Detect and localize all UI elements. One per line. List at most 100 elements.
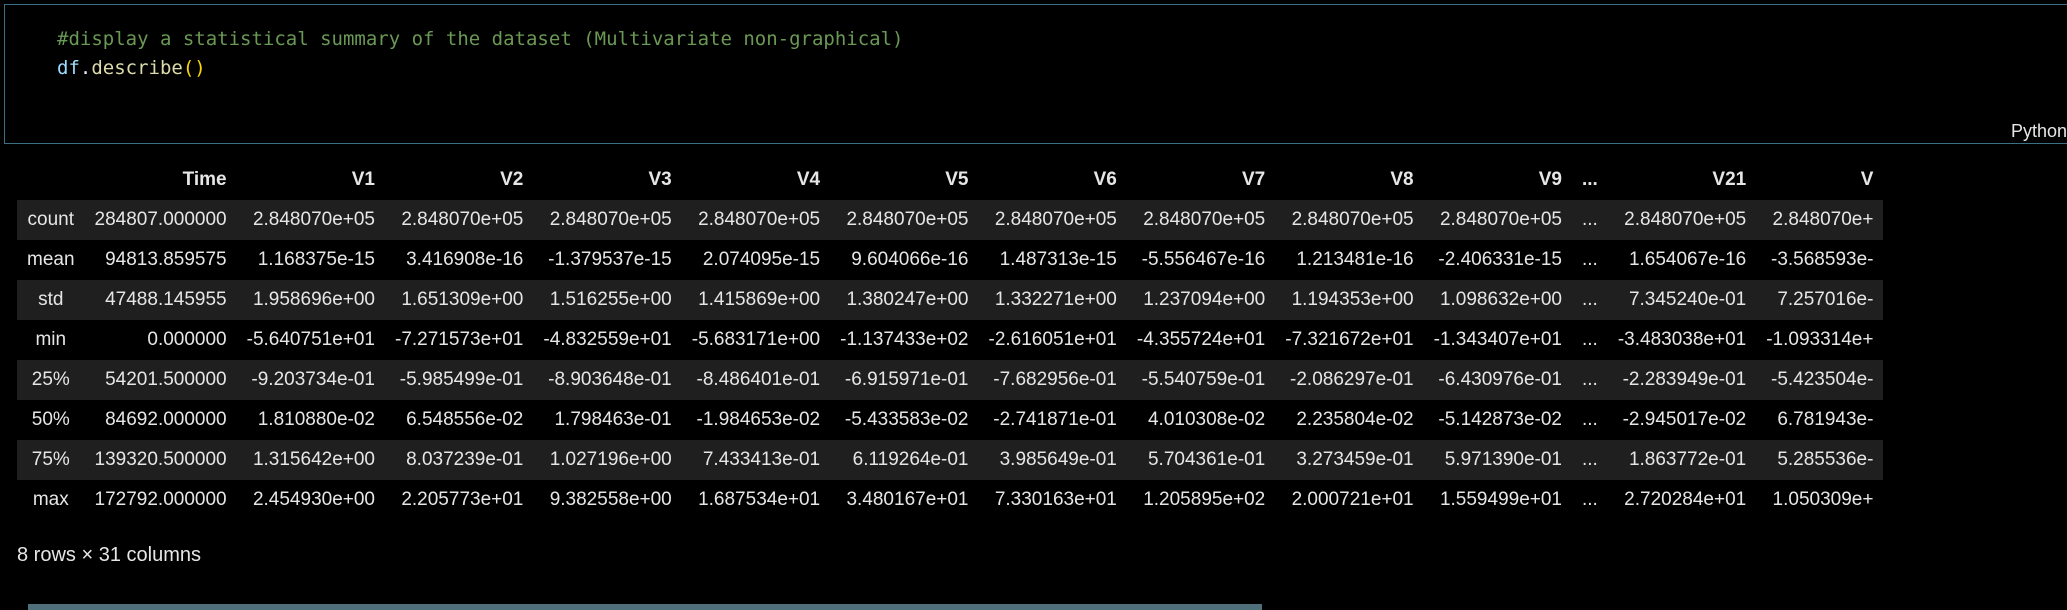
column-header: V4 — [681, 160, 831, 200]
table-cell: 0.000000 — [84, 320, 237, 360]
table-cell: 1.027196e+00 — [533, 440, 682, 480]
table-row: count 284807.000000 2.848070e+05 2.848070e+… — [17, 200, 1884, 240]
table-cell: 1.315642e+00 — [236, 440, 385, 480]
ellipsis-cell: ... — [1572, 480, 1608, 520]
table-cell: -1.093314e+ — [1756, 320, 1884, 360]
column-header: V2 — [385, 160, 534, 200]
table-cell: -9.203734e-01 — [236, 360, 385, 400]
column-header: V6 — [978, 160, 1127, 200]
table-cell: -2.945017e-02 — [1607, 400, 1757, 440]
table-shape-footer: 8 rows × 31 columns — [17, 544, 201, 566]
table-cell: -6.430976e-01 — [1423, 360, 1572, 400]
table-cell: 1.487313e-15 — [978, 240, 1127, 280]
table-cell: 3.480167e+01 — [830, 480, 979, 520]
table-cell: 1.687534e+01 — [681, 480, 831, 520]
code-editor[interactable]: #display a statistical summary of the da… — [57, 25, 903, 83]
table-cell: 284807.000000 — [84, 200, 237, 240]
table-cell: 1.958696e+00 — [236, 280, 385, 320]
table-cell: 6.548556e-02 — [385, 400, 534, 440]
table-cell: -5.142873e-02 — [1423, 400, 1572, 440]
table-cell: 2.205773e+01 — [385, 480, 534, 520]
row-label: max — [17, 480, 85, 520]
table-cell: 1.332271e+00 — [978, 280, 1127, 320]
table-cell: -2.616051e+01 — [978, 320, 1127, 360]
table-cell: 1.050309e+ — [1756, 480, 1884, 520]
table-cell: 3.416908e-16 — [385, 240, 534, 280]
table-cell: 8.037239e-01 — [385, 440, 534, 480]
table-cell: 5.704361e-01 — [1126, 440, 1276, 480]
table-cell: -3.483038e+01 — [1607, 320, 1757, 360]
table-row: max 172792.000000 2.454930e+00 2.205773e+01… — [17, 480, 1884, 520]
describe-output-table: Time V1 V2 V3 V4 V5 V6 V7 V8 V9... V21 V count 28480… — [17, 160, 1884, 520]
table-cell: 2.848070e+05 — [830, 200, 979, 240]
table-cell: 7.257016e- — [1756, 280, 1884, 320]
table-row: 50% 84692.000000 1.810880e-02 6.548556e-02 1… — [17, 400, 1884, 440]
row-label: 75% — [17, 440, 85, 480]
table-cell: 1.654067e-16 — [1607, 240, 1757, 280]
table-cell: 2.848070e+05 — [1275, 200, 1424, 240]
table-cell: -8.903648e-01 — [533, 360, 682, 400]
row-label: mean — [17, 240, 85, 280]
ellipsis-cell: ... — [1572, 360, 1608, 400]
table-cell: -5.423504e- — [1756, 360, 1884, 400]
row-label: min — [17, 320, 85, 360]
table-cell: 5.971390e-01 — [1423, 440, 1572, 480]
table-cell: -5.433583e-02 — [830, 400, 979, 440]
horizontal-scrollbar[interactable] — [28, 604, 1262, 610]
table-cell: -4.355724e+01 — [1126, 320, 1276, 360]
index-header — [17, 160, 85, 200]
table-cell: 47488.145955 — [84, 280, 237, 320]
table-cell: 1.168375e-15 — [236, 240, 385, 280]
table-cell: 2.235804e-02 — [1275, 400, 1424, 440]
table-cell: 2.074095e-15 — [681, 240, 831, 280]
row-label: std — [17, 280, 85, 320]
table-cell: -3.568593e- — [1756, 240, 1884, 280]
table-cell: 7.433413e-01 — [681, 440, 831, 480]
code-function: describe — [91, 57, 183, 79]
table-cell: 2.848070e+05 — [681, 200, 831, 240]
table-cell: 84692.000000 — [84, 400, 237, 440]
table-cell: 4.010308e-02 — [1126, 400, 1276, 440]
language-label[interactable]: Python — [2011, 121, 2067, 142]
table-cell: 2.848070e+05 — [236, 200, 385, 240]
table-cell: -5.640751e+01 — [236, 320, 385, 360]
column-header: Time — [84, 160, 237, 200]
table-cell: 1.205895e+02 — [1126, 480, 1276, 520]
column-header: V8 — [1275, 160, 1424, 200]
table-cell: -5.540759e-01 — [1126, 360, 1276, 400]
table-cell: 6.119264e-01 — [830, 440, 979, 480]
column-header: V5 — [830, 160, 979, 200]
code-object: df — [57, 57, 80, 79]
table-cell: 1.098632e+00 — [1423, 280, 1572, 320]
ellipsis-cell: ... — [1572, 440, 1608, 480]
table-cell: -8.486401e-01 — [681, 360, 831, 400]
table-cell: 1.863772e-01 — [1607, 440, 1757, 480]
table-cell: 6.781943e- — [1756, 400, 1884, 440]
table-cell: -7.321672e+01 — [1275, 320, 1424, 360]
table-cell: 1.237094e+00 — [1126, 280, 1276, 320]
ellipsis-cell: ... — [1572, 200, 1608, 240]
table-cell: 2.848070e+05 — [1423, 200, 1572, 240]
code-dot: . — [79, 57, 92, 79]
table-cell: 3.273459e-01 — [1275, 440, 1424, 480]
row-label: 50% — [17, 400, 85, 440]
table-cell: 1.415869e+00 — [681, 280, 831, 320]
table-cell: 3.985649e-01 — [978, 440, 1127, 480]
ellipsis-cell: ... — [1572, 400, 1608, 440]
column-header: V1 — [236, 160, 385, 200]
table-cell: -1.343407e+01 — [1423, 320, 1572, 360]
table-cell: -2.741871e-01 — [978, 400, 1127, 440]
table-cell: 1.380247e+00 — [830, 280, 979, 320]
table-cell: -2.406331e-15 — [1423, 240, 1572, 280]
table-cell: 1.651309e+00 — [385, 280, 534, 320]
ellipsis-cell: ... — [1572, 240, 1608, 280]
column-header: V — [1756, 160, 1884, 200]
row-label: 25% — [17, 360, 85, 400]
table-cell: 2.848070e+ — [1756, 200, 1884, 240]
table-cell: 2.848070e+05 — [385, 200, 534, 240]
code-cell[interactable]: #display a statistical summary of the da… — [4, 4, 2067, 144]
row-label: count — [17, 200, 85, 240]
table-row: 25% 54201.500000 -9.203734e-01 -5.985499e-0… — [17, 360, 1884, 400]
table-cell: 2.848070e+05 — [1126, 200, 1276, 240]
column-header: V21 — [1607, 160, 1757, 200]
